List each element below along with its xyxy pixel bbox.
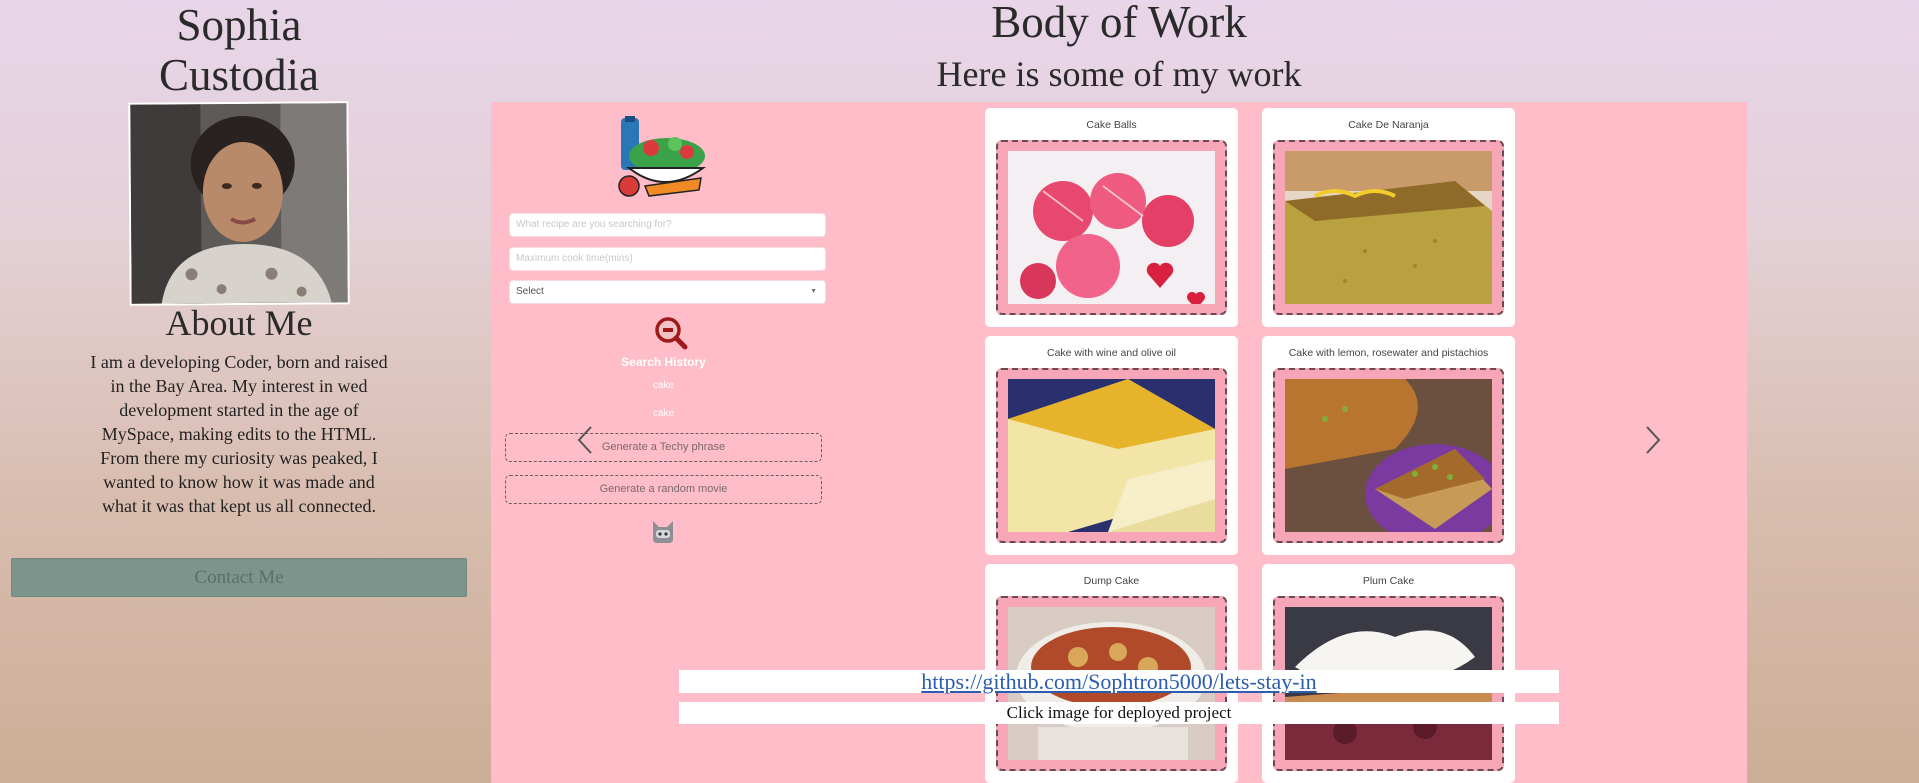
recipe-title: Plum Cake xyxy=(1362,575,1415,587)
select-value: Select xyxy=(516,286,544,297)
work-subtitle: Here is some of my work xyxy=(936,54,1302,94)
name-line-2: Custodia xyxy=(158,50,319,100)
recipe-select[interactable]: Select ▼ xyxy=(509,280,826,304)
project-caption: Click image for deployed project xyxy=(679,702,1559,724)
recipe-image[interactable] xyxy=(1008,379,1215,532)
chevron-right-icon[interactable] xyxy=(1643,424,1663,461)
recipe-image-frame xyxy=(1273,140,1504,315)
project-link-bar: https://github.com/Sophtron5000/lets-sta… xyxy=(679,670,1559,693)
name-line-1: Sophia xyxy=(176,0,302,50)
recipe-image-frame xyxy=(996,140,1227,315)
search-history-title: Search History xyxy=(621,355,706,369)
profile-name: Sophia Custodia xyxy=(0,0,478,100)
recipe-image[interactable] xyxy=(1285,379,1492,532)
cook-time-input[interactable]: Maximum cook time(mins) xyxy=(509,247,826,271)
recipe-card[interactable]: Cake with lemon, rosewater and pistachio… xyxy=(1262,336,1515,555)
techy-phrase-button[interactable]: Generate a Techy phrase xyxy=(505,433,822,462)
random-movie-button[interactable]: Generate a random movie xyxy=(505,475,822,504)
recipe-title: Cake with wine and olive oil xyxy=(1047,347,1176,359)
recipe-title: Cake Balls xyxy=(1086,119,1137,131)
recipe-image[interactable] xyxy=(1285,151,1492,304)
magnifier-search-icon[interactable] xyxy=(654,316,688,355)
profile-photo xyxy=(130,103,348,304)
history-item[interactable]: cake xyxy=(491,408,836,419)
github-link[interactable]: https://github.com/Sophtron5000/lets-sta… xyxy=(921,669,1316,694)
robot-icon[interactable] xyxy=(649,517,677,550)
recipe-image[interactable] xyxy=(1008,151,1215,304)
chevron-down-icon: ▼ xyxy=(810,288,817,295)
profile-column: Sophia Custodia About Me I am a developi… xyxy=(0,0,478,783)
recipe-card[interactable]: Cake De Naranja xyxy=(1262,108,1515,327)
recipe-image-frame xyxy=(1273,368,1504,543)
history-item[interactable]: cake xyxy=(491,380,836,391)
recipe-image-frame xyxy=(996,368,1227,543)
recipe-card[interactable]: Cake Balls xyxy=(985,108,1238,327)
about-text: I am a developing Coder, born and raised… xyxy=(90,352,388,516)
about-heading: About Me xyxy=(165,303,313,343)
recipe-title: Dump Cake xyxy=(1083,575,1140,587)
food-logo-icon xyxy=(615,116,711,205)
work-title: Body of Work xyxy=(991,0,1247,47)
chevron-left-icon[interactable] xyxy=(575,424,595,461)
recipe-title: Cake with lemon, rosewater and pistachio… xyxy=(1288,347,1489,359)
contact-button[interactable]: Contact Me xyxy=(11,558,467,597)
recipe-card[interactable]: Cake with wine and olive oil xyxy=(985,336,1238,555)
recipe-search-input[interactable]: What recipe are you searching for? xyxy=(509,213,826,237)
recipe-title: Cake De Naranja xyxy=(1348,119,1429,131)
